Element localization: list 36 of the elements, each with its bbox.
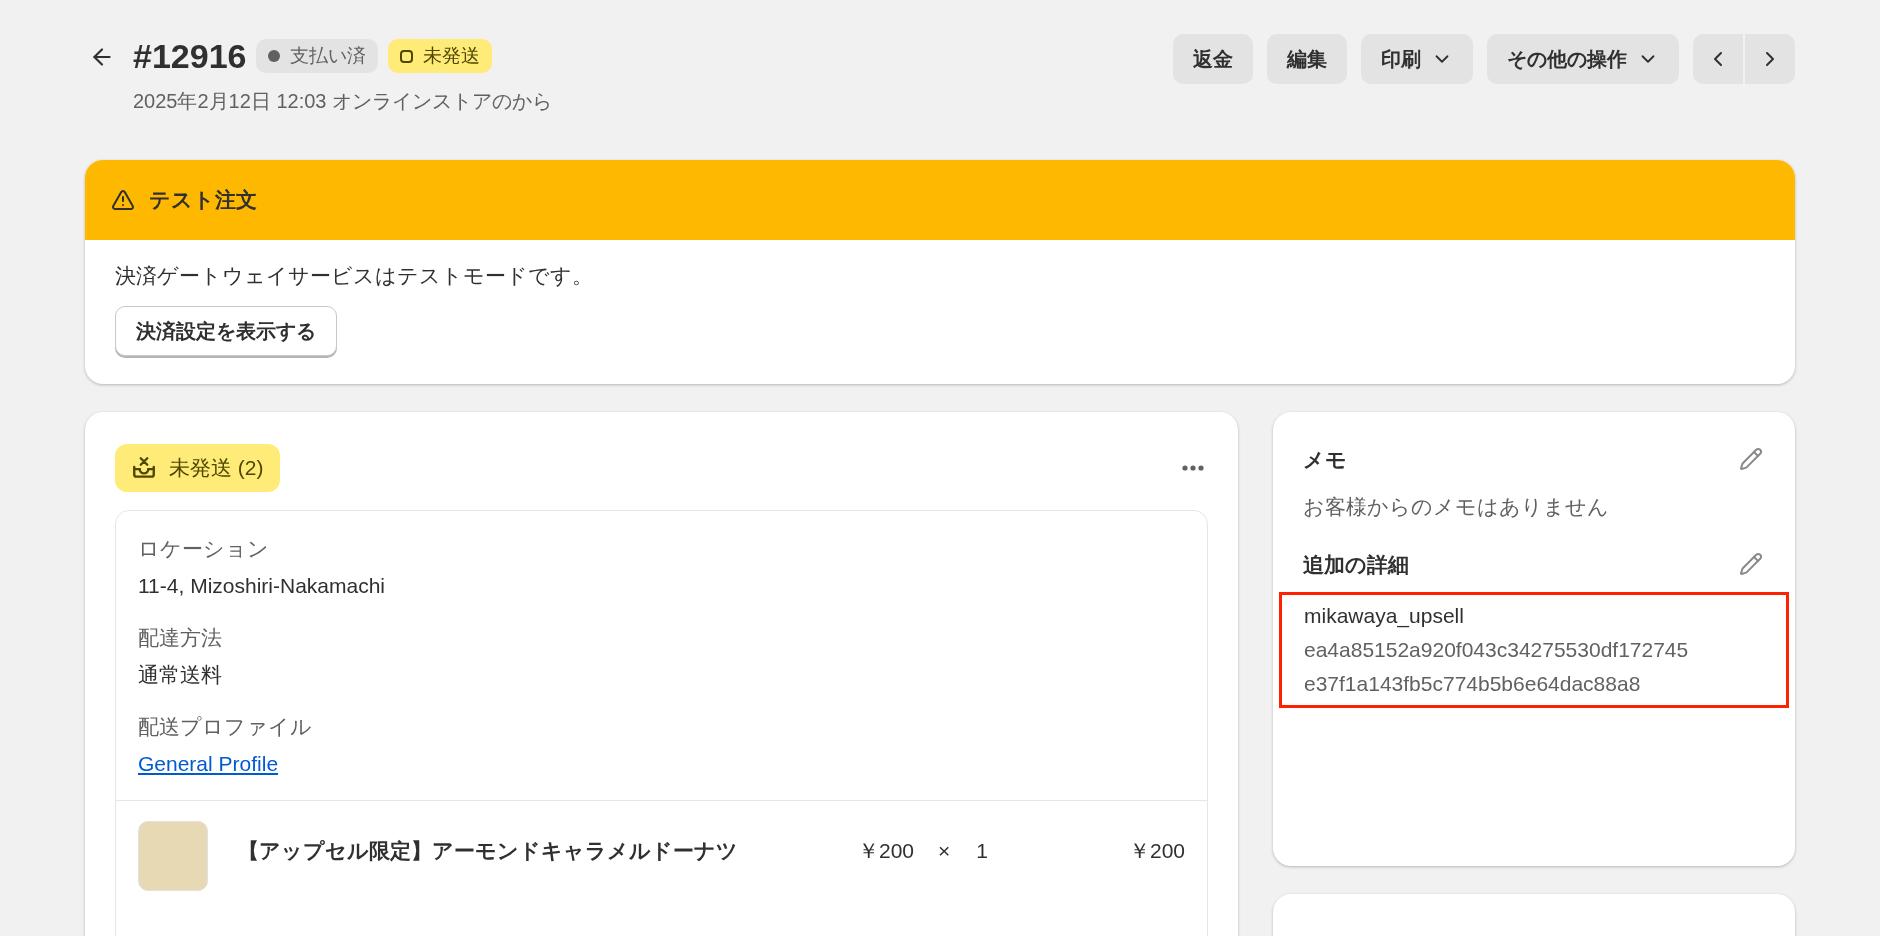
field-label: 配送プロファイル [138, 713, 313, 740]
status-badge: 支払い済 [256, 39, 379, 73]
status-badge: 未発送 [388, 39, 493, 73]
tray-icon [131, 454, 157, 481]
status-ring-icon [400, 49, 414, 63]
action-button[interactable]: 印刷 [1361, 34, 1473, 84]
banner-title: テスト注文 [149, 187, 257, 214]
field-label: 配達方法 [138, 624, 223, 651]
field-value: 通常送料 [138, 662, 223, 688]
action-button[interactable]: その他の操作 [1487, 34, 1679, 84]
order-number: #12916 [133, 36, 247, 77]
detail-value: e37f1a143fb5c774b5b6e64dac88a8 [1304, 671, 1642, 697]
photo-placeholder [138, 820, 208, 891]
quantity: 1 [976, 837, 988, 864]
pencil-icon [1739, 552, 1763, 577]
field-label: ロケーション [138, 535, 270, 562]
profile-link[interactable]: General Profile [138, 748, 279, 780]
notes-text: お客様からのメモはありません [1303, 494, 1610, 520]
fulfillment-status-badge: 未発送 (2) [115, 443, 280, 492]
detail-key: mikawaya_upsell [1304, 599, 1764, 633]
action-button[interactable]: 返金 [1173, 34, 1253, 84]
banner-message: 決済ゲートウェイサービスはテストモードです。 [115, 263, 593, 289]
times-sign: × [938, 837, 951, 864]
order-date: 2025年2月12日 12:03 オンラインストアのから [133, 89, 553, 114]
ellipsis-icon [1182, 464, 1204, 471]
product-name: 【アップセル限定】アーモンドキャラメルドーナツ [238, 837, 739, 864]
pencil-icon [1739, 447, 1763, 472]
warning-icon [111, 188, 135, 212]
detail-value: ea4a85152a920f043c34275530df172745 [1304, 637, 1690, 663]
field-value: 11-4, Mizoshiri-Nakamachi [138, 573, 387, 599]
details-title: 追加の詳細 [1303, 551, 1409, 578]
unit-price: ￥200 [858, 837, 915, 864]
notes-title: メモ [1303, 446, 1347, 473]
action-button[interactable]: 編集 [1267, 34, 1347, 84]
payment-settings-button[interactable]: 決済設定を表示する [115, 305, 337, 356]
line-total: ￥200 [1128, 837, 1185, 864]
